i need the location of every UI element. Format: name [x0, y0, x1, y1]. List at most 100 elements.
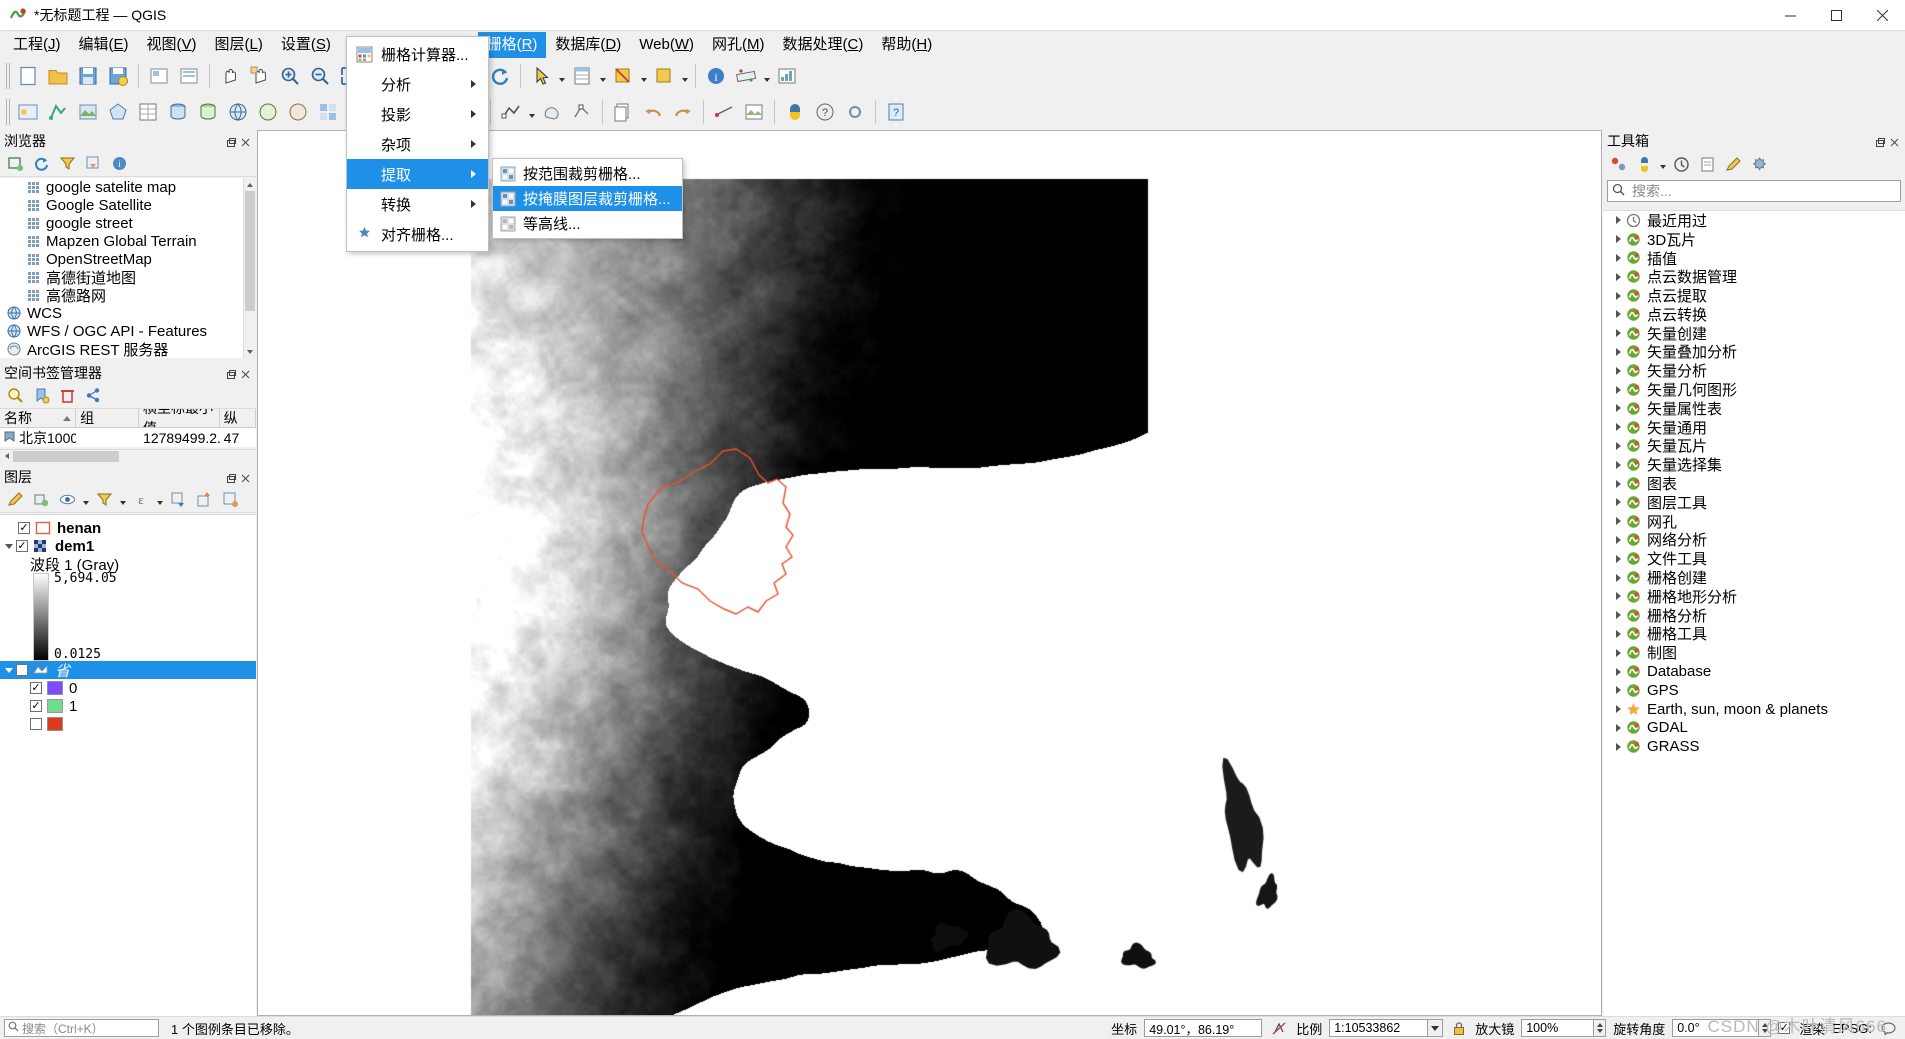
- copy-features-button[interactable]: [608, 97, 638, 127]
- toolbox-item-7[interactable]: 矢量叠加分析: [1603, 343, 1905, 361]
- new-project-button[interactable]: [13, 61, 43, 91]
- identify-features-button[interactable]: i: [701, 61, 731, 91]
- magnifier-spinner[interactable]: [1593, 1019, 1607, 1037]
- toolbox-item-20[interactable]: 栅格地形分析: [1603, 587, 1905, 606]
- scale-dropdown-arrow[interactable]: [1427, 1019, 1444, 1037]
- toolbox-item-13[interactable]: 矢量选择集: [1603, 455, 1905, 474]
- browser-item-7[interactable]: WCS: [0, 304, 243, 322]
- raster-menu-item-4[interactable]: 提取: [347, 159, 488, 189]
- toolbox-expander[interactable]: [1611, 366, 1625, 375]
- rotation-spinner[interactable]: [1758, 1019, 1772, 1037]
- add-wms-layer-button[interactable]: [223, 97, 253, 127]
- history-icon[interactable]: [1668, 152, 1694, 176]
- bookmark-hscrollbar[interactable]: [0, 449, 256, 463]
- toolbox-expander[interactable]: [1611, 723, 1625, 732]
- browser-panel-float-button[interactable]: [226, 135, 237, 147]
- toolbox-expander[interactable]: [1611, 629, 1625, 638]
- toolbox-expander[interactable]: [1611, 423, 1625, 432]
- layer-item-sheng[interactable]: 省: [0, 661, 256, 680]
- rotation-field[interactable]: 0.0°: [1672, 1019, 1759, 1037]
- toolbox-item-24[interactable]: Database: [1603, 662, 1905, 681]
- pan-to-selection-button[interactable]: [245, 61, 275, 91]
- extract-submenu-dropdown[interactable]: 按范围裁剪栅格... 按掩膜图层裁剪栅格... 等高线...: [492, 158, 683, 239]
- toolbox-expander[interactable]: [1611, 253, 1625, 262]
- add-wcs-layer-button[interactable]: [253, 97, 283, 127]
- messages-icon[interactable]: [1879, 1022, 1897, 1035]
- add-line-feature-button-dropdown[interactable]: [526, 97, 537, 127]
- toolbox-item-15[interactable]: 图层工具: [1603, 493, 1905, 512]
- open-layer-styling-icon[interactable]: [2, 488, 28, 512]
- toolbox-search-box[interactable]: [1607, 180, 1901, 202]
- measure-button[interactable]: [731, 61, 761, 91]
- extract-submenu-item-2[interactable]: 等高线...: [493, 211, 682, 236]
- bookmark-scroll-left[interactable]: [0, 449, 13, 463]
- properties-icon[interactable]: i: [106, 152, 132, 176]
- open-attribute-table-button-dropdown[interactable]: [597, 61, 608, 91]
- add-postgis-layer-button[interactable]: [163, 97, 193, 127]
- select-features-button-dropdown[interactable]: [556, 61, 567, 91]
- browser-item-0[interactable]: google satelite map: [0, 178, 243, 196]
- refresh-icon[interactable]: [28, 152, 54, 176]
- layer-class-checkbox-1[interactable]: ✓: [30, 700, 42, 712]
- deselect-button[interactable]: [608, 61, 638, 91]
- toggle-coordinate-capture-icon[interactable]: [1269, 1021, 1289, 1036]
- extract-submenu-item-0[interactable]: 按范围裁剪栅格...: [493, 161, 682, 186]
- toolbox-item-21[interactable]: 栅格分析: [1603, 606, 1905, 625]
- collapse-all-icon[interactable]: [191, 488, 217, 512]
- menu-11[interactable]: 数据处理(C): [774, 32, 873, 58]
- toolbox-expander[interactable]: [1611, 460, 1625, 469]
- toolbar-grip[interactable]: [4, 99, 11, 125]
- browser-item-1[interactable]: Google Satellite: [0, 196, 243, 214]
- toolbox-expander[interactable]: [1611, 573, 1625, 582]
- toolbox-item-26[interactable]: Earth, sun, moon & planets: [1603, 700, 1905, 719]
- toolbox-item-5[interactable]: 点云转换: [1603, 305, 1905, 324]
- select-by-expression-button[interactable]: [649, 61, 679, 91]
- render-checkbox[interactable]: ✓: [1778, 1022, 1791, 1034]
- browser-item-2[interactable]: google street: [0, 214, 243, 232]
- options-icon[interactable]: [1746, 152, 1772, 176]
- raster-menu-item-5[interactable]: 转换: [347, 189, 488, 219]
- toolbox-expander[interactable]: [1611, 329, 1625, 338]
- toolbox-item-22[interactable]: 栅格工具: [1603, 625, 1905, 643]
- add-vector-layer-button[interactable]: [43, 97, 73, 127]
- toolbox-expander[interactable]: [1611, 310, 1625, 319]
- new-print-layout-button[interactable]: [144, 61, 174, 91]
- layer-class-checkbox-2[interactable]: [30, 718, 42, 730]
- toolbox-tree[interactable]: 最近用过 3D瓦片 插值 点云数据管理 点云提取 点云转换 矢量创建 矢量叠加分析 矢量分析 矢量…: [1603, 210, 1905, 1016]
- processing-toolbox-button[interactable]: [840, 97, 870, 127]
- toolbox-item-0[interactable]: 最近用过: [1603, 211, 1905, 230]
- add-mesh-layer-button[interactable]: [103, 97, 133, 127]
- toolbox-expander[interactable]: [1611, 648, 1625, 657]
- minimize-button[interactable]: [1767, 0, 1813, 31]
- toolbox-panel-float-button[interactable]: [1875, 135, 1886, 147]
- bookmark-panel-float-button[interactable]: [226, 367, 237, 379]
- remove-layer-icon[interactable]: [217, 488, 243, 512]
- layer-class-1[interactable]: ✓ 1: [0, 697, 256, 715]
- browser-scrollbar[interactable]: [243, 178, 256, 358]
- browser-item-3[interactable]: Mapzen Global Terrain: [0, 232, 243, 250]
- toolbox-item-6[interactable]: 矢量创建: [1603, 324, 1905, 343]
- toolbox-expander[interactable]: [1611, 216, 1625, 225]
- toolbox-item-27[interactable]: GDAL: [1603, 719, 1905, 738]
- bookmark-hscroll-thumb[interactable]: [13, 450, 119, 462]
- status-search-box[interactable]: 搜索（Ctrl+K）: [4, 1019, 159, 1037]
- models-icon[interactable]: [1605, 152, 1631, 176]
- browser-item-5[interactable]: 高德街道地图: [0, 268, 243, 287]
- toolbox-expander[interactable]: [1611, 592, 1625, 601]
- toolbox-expander[interactable]: [1611, 705, 1625, 714]
- toolbox-item-25[interactable]: GPS: [1603, 681, 1905, 700]
- filter-legend-icon[interactable]: [91, 488, 117, 512]
- toolbox-expander[interactable]: [1611, 611, 1625, 620]
- toolbox-item-10[interactable]: 矢量属性表: [1603, 399, 1905, 418]
- layer-checkbox-henan[interactable]: ✓: [18, 522, 30, 534]
- bookmark-col-2[interactable]: 横坐标最小值: [139, 409, 220, 427]
- layers-panel-close-button[interactable]: [240, 471, 251, 483]
- open-attribute-table-button[interactable]: [567, 61, 597, 91]
- toolbox-expander[interactable]: [1611, 235, 1625, 244]
- raster-menu-dropdown[interactable]: 栅格计算器... 分析 投影 杂项 提取 转换 对齐栅格...: [346, 36, 489, 252]
- magnifier-field[interactable]: 100%: [1521, 1019, 1594, 1037]
- layer-checkbox-dem1[interactable]: ✓: [16, 540, 28, 552]
- manage-layer-visibility-icon[interactable]: [54, 488, 80, 512]
- toolbar-grip[interactable]: [4, 63, 11, 89]
- undo-button[interactable]: [638, 97, 668, 127]
